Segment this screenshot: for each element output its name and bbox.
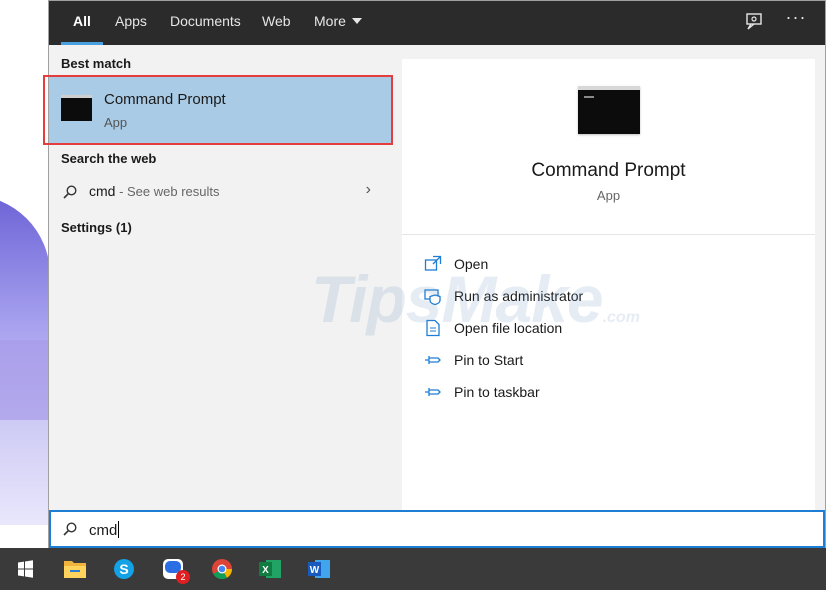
tab-documents-label: Documents	[170, 13, 241, 29]
folder-glyph	[64, 561, 86, 578]
zalo-icon[interactable]: 2	[150, 548, 196, 590]
tab-apps[interactable]: Apps	[115, 1, 147, 45]
search-web-heading: Search the web	[61, 151, 157, 166]
action-pin-to-taskbar-label: Pin to taskbar	[454, 384, 540, 400]
excel-glyph: X	[259, 560, 281, 578]
tab-apps-label: Apps	[115, 13, 147, 29]
settings-heading[interactable]: Settings (1)	[61, 220, 132, 235]
tab-web-label: Web	[262, 13, 291, 29]
highlight-outline	[43, 75, 393, 145]
taskbar: S 2 X W	[0, 548, 826, 590]
web-result-item[interactable]: cmd - See web results ›	[49, 177, 391, 207]
search-icon	[63, 185, 77, 199]
skype-icon[interactable]: S	[101, 548, 147, 590]
best-match-heading: Best match	[61, 56, 132, 71]
wallpaper-shape-secondary	[0, 340, 48, 420]
search-filter-bar: All Apps Documents Web More ···	[49, 1, 825, 45]
tab-more-label: More	[314, 13, 346, 29]
tab-web[interactable]: Web	[262, 1, 291, 45]
search-menu: All Apps Documents Web More ··· Best mat…	[43, 0, 826, 548]
command-prompt-large-icon	[578, 86, 640, 134]
tab-documents[interactable]: Documents	[170, 1, 241, 45]
action-pin-to-taskbar[interactable]: Pin to taskbar	[424, 381, 784, 405]
tab-all-label: All	[73, 13, 91, 29]
word-icon[interactable]: W	[296, 548, 342, 590]
svg-text:S: S	[119, 561, 128, 577]
search-input-value: cmd	[89, 521, 120, 539]
preview-subtitle: App	[596, 188, 621, 203]
preview-title: Command Prompt	[531, 160, 686, 181]
notification-badge: 2	[176, 570, 190, 584]
chrome-glyph	[212, 559, 233, 580]
web-query: cmd	[89, 183, 116, 199]
more-options-icon[interactable]: ···	[784, 7, 808, 31]
text-cursor	[118, 521, 120, 538]
search-input[interactable]: cmd	[49, 510, 825, 548]
zalo-glyph	[163, 559, 183, 579]
tab-all[interactable]: All	[61, 1, 103, 45]
tab-more[interactable]: More	[314, 1, 362, 45]
watermark-logo: TipsMake.com	[311, 261, 640, 337]
windows-logo	[18, 560, 33, 578]
pin-icon	[425, 388, 441, 396]
web-result-suffix: - See web results	[115, 184, 220, 199]
watermark-text: TipsMake	[311, 262, 604, 336]
chrome-icon[interactable]	[199, 548, 245, 590]
pin-icon	[425, 356, 441, 364]
web-result-text: cmd - See web results	[89, 183, 220, 199]
chevron-right-icon[interactable]: ›	[366, 181, 371, 199]
windows-start-icon[interactable]	[2, 548, 48, 590]
divider	[402, 234, 815, 235]
action-pin-to-start[interactable]: Pin to Start	[424, 349, 784, 373]
chevron-down-icon	[351, 18, 362, 24]
search-query: cmd	[89, 522, 118, 539]
svg-text:X: X	[262, 565, 269, 576]
watermark-suffix: .com	[602, 309, 640, 326]
file-explorer-icon[interactable]	[52, 548, 98, 590]
word-glyph: W	[308, 560, 330, 578]
feedback-icon[interactable]	[742, 11, 766, 35]
desktop-wallpaper	[0, 0, 48, 548]
svg-text:W: W	[310, 565, 320, 576]
excel-icon[interactable]: X	[247, 548, 293, 590]
search-icon	[63, 522, 77, 536]
action-pin-to-start-label: Pin to Start	[454, 352, 524, 368]
skype-glyph: S	[114, 559, 134, 579]
feedback-icon-glyph	[746, 13, 762, 30]
